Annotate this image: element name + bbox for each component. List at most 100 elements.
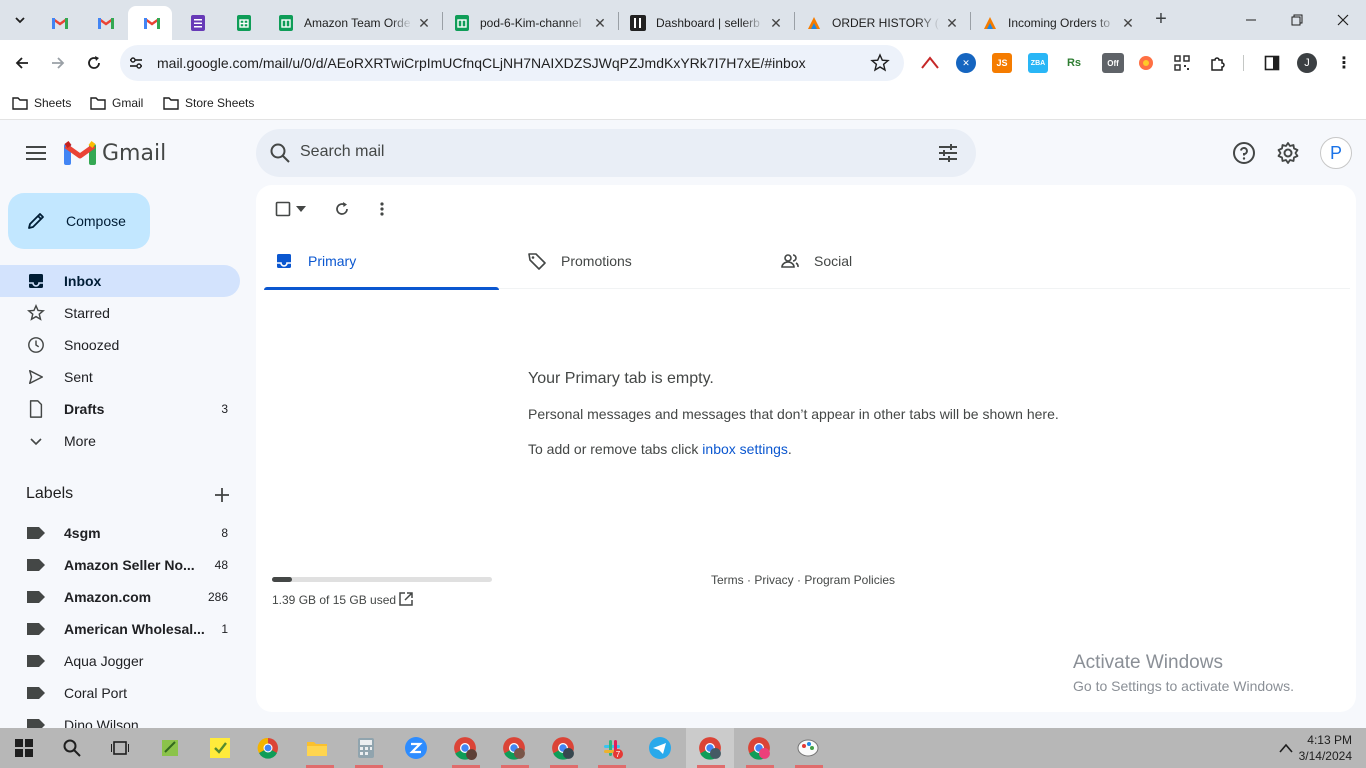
- inbox-settings-link[interactable]: inbox settings: [702, 441, 788, 457]
- close-window-button[interactable]: [1320, 0, 1366, 40]
- chrome-profile-3-icon[interactable]: [551, 736, 575, 760]
- close-tab-icon[interactable]: ✕: [768, 15, 784, 32]
- label-item-amazon-seller[interactable]: Amazon Seller No... 48: [0, 549, 240, 581]
- sidebar-item-inbox[interactable]: Inbox: [0, 265, 240, 297]
- bookmark-folder-gmail[interactable]: Gmail: [90, 92, 143, 114]
- bookmark-folder-store-sheets[interactable]: Store Sheets: [163, 92, 254, 114]
- label-item-coral-port[interactable]: Coral Port: [0, 677, 240, 709]
- zoom-icon[interactable]: [404, 736, 428, 760]
- browser-tab-pod6[interactable]: pod-6-Kim-channel ✕: [446, 6, 616, 40]
- browser-tab-amazon-team[interactable]: Amazon Team Orde ✕: [270, 6, 440, 40]
- settings-gear-icon[interactable]: [1276, 141, 1300, 165]
- help-icon[interactable]: [1232, 141, 1256, 165]
- back-button[interactable]: [8, 49, 36, 77]
- tab-primary[interactable]: Primary: [264, 233, 499, 290]
- label-item-aqua-jogger[interactable]: Aqua Jogger: [0, 645, 240, 677]
- sticky-notes-icon[interactable]: [208, 736, 232, 760]
- label-item-4sgm[interactable]: 4sgm 8: [0, 517, 240, 549]
- compose-button[interactable]: Compose: [8, 193, 150, 249]
- gmail-logo[interactable]: Gmail: [64, 139, 166, 167]
- sidebar-item-drafts[interactable]: Drafts 3: [0, 393, 240, 425]
- puzzle-icon[interactable]: [1208, 53, 1228, 73]
- arrow-right-icon: [52, 57, 65, 69]
- label-item-dino-wilson[interactable]: Dino Wilson: [0, 709, 240, 728]
- tab-social[interactable]: Social: [770, 233, 1005, 289]
- profile-avatar[interactable]: J: [1297, 53, 1317, 73]
- browser-tab-sellerboard[interactable]: Dashboard | sellerb ✕: [622, 6, 792, 40]
- bookmark-folder-sheets[interactable]: Sheets: [12, 92, 71, 114]
- bookmark-star-icon[interactable]: [870, 53, 890, 73]
- extension-qr-icon[interactable]: [1172, 53, 1192, 73]
- select-all-checkbox[interactable]: [273, 199, 293, 219]
- account-avatar[interactable]: P: [1320, 137, 1352, 169]
- browser-menu-icon[interactable]: ⋮: [1334, 53, 1354, 73]
- url-text: mail.google.com/mail/u/0/d/AEoRXRTwiCrpI…: [157, 55, 806, 71]
- label-item-amazon-com[interactable]: Amazon.com 286: [0, 581, 240, 613]
- chrome-profile-2-icon[interactable]: [502, 736, 526, 760]
- close-tab-icon[interactable]: ✕: [1120, 15, 1136, 32]
- task-view-icon[interactable]: [108, 736, 132, 760]
- close-tab-icon[interactable]: ✕: [944, 15, 960, 32]
- restore-button[interactable]: [1274, 0, 1320, 40]
- browser-tab-gmail-active[interactable]: [128, 6, 172, 40]
- extension-blue-icon[interactable]: ✕: [956, 53, 976, 73]
- more-options-button[interactable]: [372, 199, 392, 219]
- minimize-button[interactable]: [1228, 0, 1274, 40]
- system-clock[interactable]: 4:13 PM 3/14/2024: [1299, 732, 1352, 764]
- forward-button[interactable]: [44, 49, 72, 77]
- sidebar-item-starred[interactable]: Starred: [0, 297, 240, 329]
- calculator-icon[interactable]: [354, 736, 378, 760]
- sidebar-item-more[interactable]: More: [0, 425, 240, 457]
- browser-tab-order-history[interactable]: ORDER HISTORY (JC ✕: [798, 6, 968, 40]
- browser-tab-gmail-2[interactable]: [90, 6, 124, 40]
- footer-links[interactable]: Terms · Privacy · Program Policies: [711, 573, 895, 587]
- extension-rs-icon[interactable]: Rs: [1064, 53, 1084, 73]
- add-label-icon[interactable]: [212, 485, 232, 505]
- close-tab-icon[interactable]: ✕: [416, 15, 432, 32]
- extension-off-icon[interactable]: Off: [1102, 53, 1124, 73]
- extension-logo-icon[interactable]: [920, 53, 940, 73]
- refresh-button[interactable]: [332, 199, 352, 219]
- label-item-american-wholesale[interactable]: American Wholesal... 1: [0, 613, 240, 645]
- select-dropdown[interactable]: [294, 199, 308, 219]
- tab-search-button[interactable]: [8, 8, 32, 32]
- telegram-icon[interactable]: [648, 736, 672, 760]
- open-external-icon[interactable]: [398, 591, 414, 607]
- chrome-profile-m-icon[interactable]: [453, 736, 477, 760]
- tab-promotions[interactable]: Promotions: [517, 233, 752, 289]
- browser-tab-incoming-orders[interactable]: Incoming Orders to ✕: [974, 6, 1144, 40]
- browser-tab-forms[interactable]: [182, 6, 216, 40]
- search-input[interactable]: Search mail: [300, 143, 384, 161]
- extension-zba-icon[interactable]: ZBA: [1028, 53, 1048, 73]
- extension-js-icon[interactable]: JS: [992, 53, 1012, 73]
- reload-button[interactable]: [80, 49, 108, 77]
- side-panel-icon[interactable]: [1262, 53, 1282, 73]
- sidebar-item-snoozed[interactable]: Snoozed: [0, 329, 240, 361]
- more-vertical-icon: [380, 202, 384, 216]
- search-options-icon[interactable]: [936, 141, 960, 165]
- browser-tab-sheets[interactable]: [228, 6, 262, 40]
- search-icon[interactable]: [60, 736, 84, 760]
- windows-start-icon[interactable]: [12, 736, 36, 760]
- search-bar[interactable]: Search mail: [256, 129, 976, 177]
- sidebar-item-sent[interactable]: Sent: [0, 361, 240, 393]
- notepad-plus-icon[interactable]: [158, 736, 182, 760]
- browser-tab-gmail-1[interactable]: [44, 6, 78, 40]
- search-icon[interactable]: [268, 141, 292, 165]
- chrome-profile-4-icon[interactable]: [747, 736, 771, 760]
- site-info-icon[interactable]: [126, 53, 146, 73]
- address-bar[interactable]: mail.google.com/mail/u/0/d/AEoRXRTwiCrpI…: [120, 45, 904, 81]
- paint-icon[interactable]: [796, 736, 820, 760]
- show-hidden-icons-icon[interactable]: [1274, 736, 1298, 760]
- new-tab-button[interactable]: +: [1150, 9, 1172, 31]
- file-explorer-icon[interactable]: [305, 736, 329, 760]
- slack-icon[interactable]: 7: [600, 736, 624, 760]
- sidebar-item-label: Starred: [64, 305, 110, 321]
- chrome-profile-j-icon[interactable]: [698, 736, 722, 760]
- main-menu-button[interactable]: [20, 137, 52, 169]
- extension-orange-icon[interactable]: [1136, 53, 1156, 73]
- chrome-icon[interactable]: [256, 736, 280, 760]
- clock-date: 3/14/2024: [1298, 749, 1352, 763]
- gmail-wordmark: Gmail: [102, 140, 167, 166]
- close-tab-icon[interactable]: ✕: [592, 15, 608, 32]
